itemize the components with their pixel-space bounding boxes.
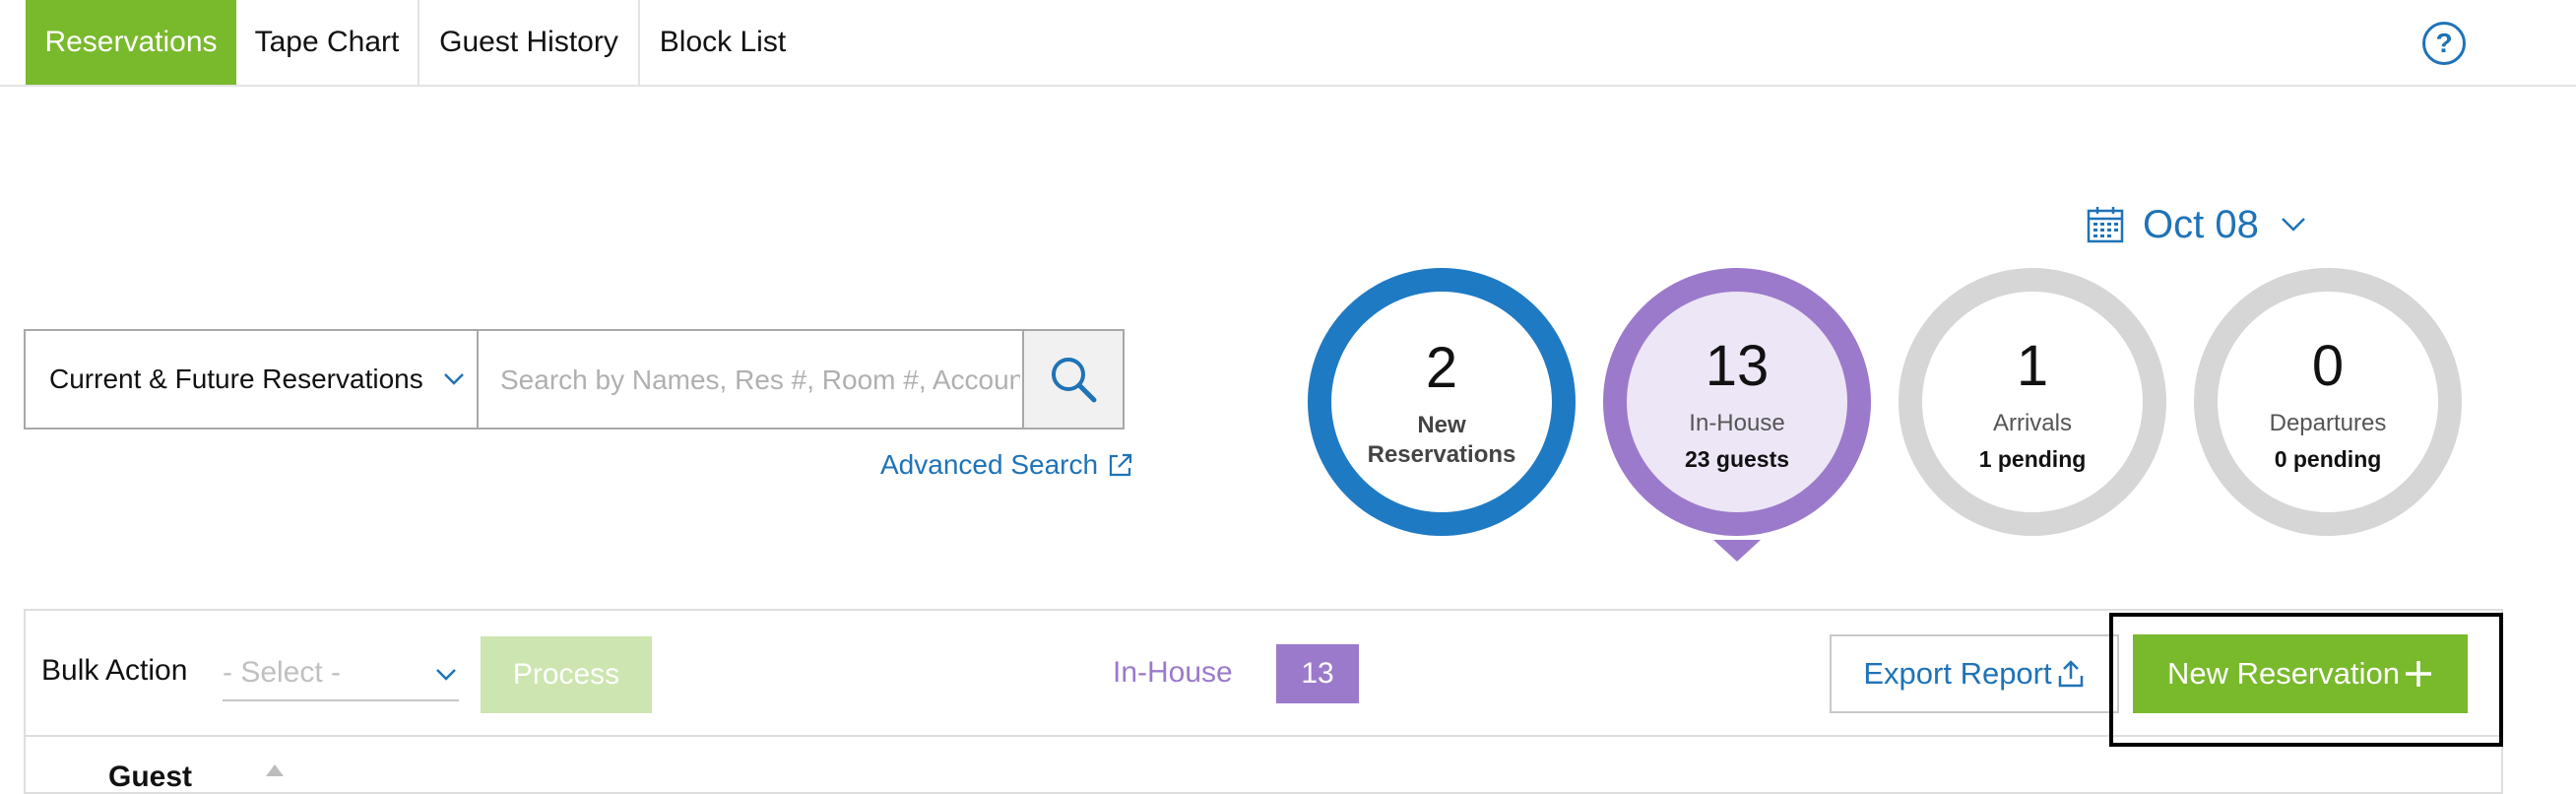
search-icon: [1052, 358, 1097, 403]
bulk-action-select[interactable]: - Select -: [223, 646, 459, 701]
departures-count: 0: [2311, 333, 2345, 398]
stat-departures[interactable]: 0 Departures 0 pending: [2194, 268, 2462, 536]
new-reservations-count: 2: [1425, 336, 1458, 400]
departures-pending: 0 pending: [2274, 445, 2382, 472]
chevron-down-icon: [436, 669, 456, 681]
in-house-guests: 23 guests: [1684, 445, 1790, 472]
selected-date: Oct 08: [2143, 202, 2259, 246]
tab-guest-history[interactable]: Guest History: [419, 0, 640, 85]
tab-reservations[interactable]: Reservations: [26, 0, 236, 85]
search-button[interactable]: [1022, 331, 1123, 428]
advanced-search-label: Advanced Search: [880, 449, 1099, 480]
arrivals-count: 1: [2016, 333, 2049, 398]
chevron-down-icon: [443, 373, 464, 385]
export-report-label: Export Report: [1863, 656, 2052, 691]
reservation-scope-value: Current & Future Reservations: [49, 364, 423, 394]
advanced-search-link[interactable]: Advanced Search: [880, 449, 1133, 481]
stat-arrivals[interactable]: 1 Arrivals 1 pending: [1899, 268, 2166, 536]
reservation-search-group: Current & Future Reservations: [24, 329, 1125, 430]
search-input[interactable]: [479, 331, 1022, 430]
departures-label: Departures: [2269, 409, 2387, 436]
list-filter-label: In-House: [1113, 656, 1233, 689]
highlight-box: [2109, 613, 2503, 747]
chevron-down-icon: [2281, 218, 2305, 232]
calendar-icon: [2087, 207, 2124, 243]
tab-block-list[interactable]: Block List: [640, 0, 805, 85]
arrivals-pending: 1 pending: [1978, 445, 2087, 472]
bulk-action-placeholder: - Select -: [223, 656, 342, 689]
stat-in-house[interactable]: 13 In-House 23 guests: [1603, 268, 1871, 536]
upload-icon: [2058, 660, 2083, 688]
stat-new-reservations[interactable]: 2 New Reservations: [1308, 268, 1576, 536]
top-tab-bar: Reservations Tape Chart Guest History Bl…: [0, 0, 2576, 87]
process-button[interactable]: Process: [481, 636, 652, 713]
new-reservations-label: New Reservations: [1368, 411, 1516, 470]
export-report-button[interactable]: Export Report: [1830, 634, 2119, 713]
selected-stat-pointer: [1713, 540, 1761, 562]
in-house-count: 13: [1705, 333, 1770, 398]
tab-tape-chart[interactable]: Tape Chart: [236, 0, 419, 85]
new-label-line2: Reservations: [1367, 441, 1516, 468]
reservation-scope-select[interactable]: Current & Future Reservations: [26, 331, 479, 428]
arrivals-label: Arrivals: [1992, 409, 2072, 436]
sort-icon[interactable]: [266, 764, 284, 776]
external-link-icon: [1109, 453, 1132, 477]
in-house-label: In-House: [1689, 409, 1785, 436]
date-picker[interactable]: Oct 08: [2086, 197, 2306, 252]
guest-column-header[interactable]: Guest: [108, 761, 192, 794]
list-filter-count-badge: 13: [1276, 644, 1359, 703]
help-icon[interactable]: ?: [2422, 22, 2466, 65]
new-label-line1: New: [1417, 412, 1466, 438]
bulk-action-label: Bulk Action: [41, 654, 188, 687]
